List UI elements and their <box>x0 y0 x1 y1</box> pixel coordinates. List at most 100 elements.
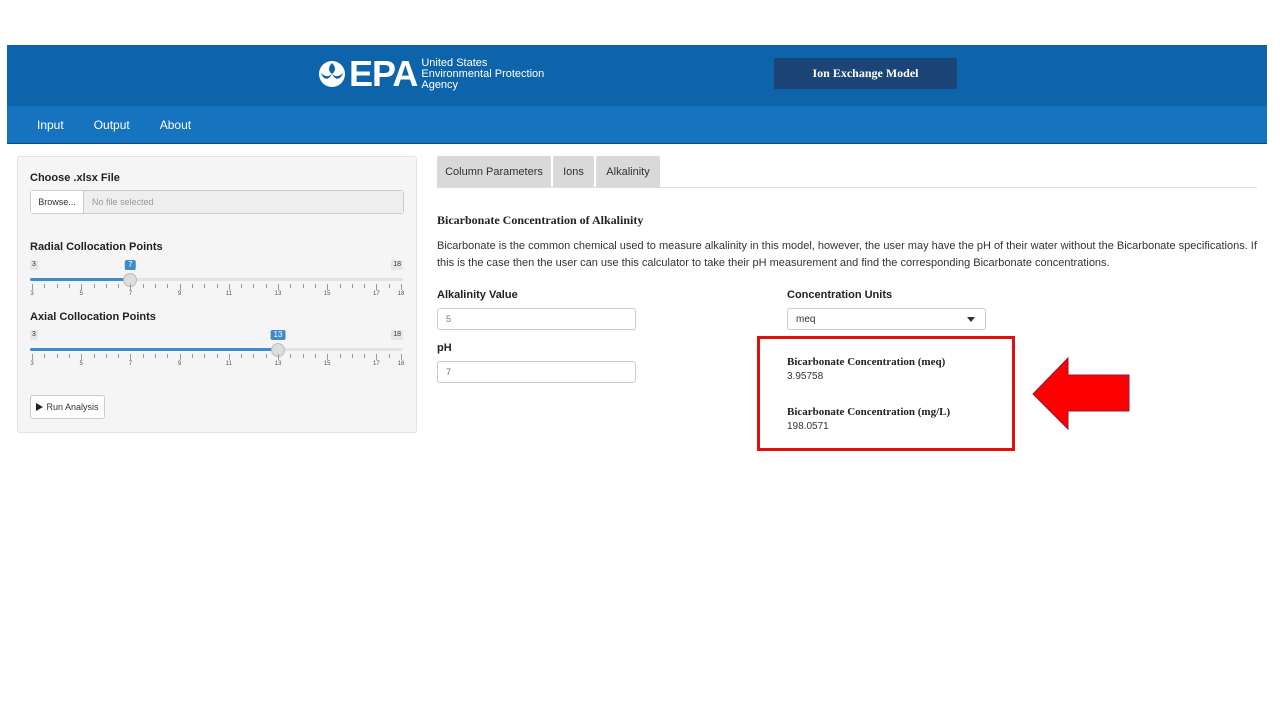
slider-tick-label: 18 <box>397 291 405 297</box>
slider-tick <box>216 354 218 358</box>
slider-tick <box>364 284 366 288</box>
slider-tick <box>290 354 292 358</box>
units-select[interactable]: meq <box>787 308 986 330</box>
slider-tick-label: 17 <box>373 291 380 297</box>
slider-tick <box>388 354 390 358</box>
slider-tick <box>351 354 353 358</box>
slider-tick <box>339 284 341 288</box>
slider-tick-label: 18 <box>397 361 405 367</box>
logo-agency-text: United States Environmental Protection A… <box>421 57 544 91</box>
slider-tick-label: 7 <box>128 291 133 297</box>
slider-tick <box>93 284 95 288</box>
tab-column-parameters[interactable]: Column Parameters <box>437 156 551 187</box>
slider-tick <box>204 354 206 358</box>
slider-ticks: 3 5 7 9 11 13 15 17 18 <box>30 354 405 370</box>
slider-tick <box>155 354 156 358</box>
slider-tick <box>302 284 304 288</box>
highlight-box <box>757 336 1015 451</box>
slider-tick <box>253 284 255 288</box>
ph-input[interactable]: 7 <box>437 361 636 383</box>
radial-slider[interactable]: 3 18 7 3 5 7 9 11 13 15 17 18 <box>30 260 405 300</box>
slider-tick <box>68 354 70 358</box>
slider-tick <box>265 354 267 358</box>
caret-down-icon <box>967 317 975 322</box>
slider-tick <box>105 354 107 358</box>
slider-tick <box>142 284 144 288</box>
run-analysis-label: Run Analysis <box>46 402 99 412</box>
alkalinity-label: Alkalinity Value <box>437 289 518 301</box>
header-bar: EPA United States Environmental Protecti… <box>7 45 1267 106</box>
axial-slider[interactable]: 3 18 13 3 5 7 9 11 13 15 17 18 <box>30 330 405 370</box>
slider-tick <box>253 354 255 358</box>
slider-tick <box>327 354 329 360</box>
slider-tick-label: 5 <box>79 291 83 297</box>
file-placeholder: No file selected <box>84 191 403 213</box>
slider-value-label: 7 <box>125 260 136 270</box>
file-input[interactable]: Browse... No file selected <box>30 190 404 214</box>
slider-tick <box>228 284 230 290</box>
slider-tick <box>216 284 218 288</box>
tab-alkalinity[interactable]: Alkalinity <box>596 156 660 187</box>
tab-ions[interactable]: Ions <box>553 156 594 187</box>
slider-tick <box>327 284 329 290</box>
alkalinity-input[interactable]: 5 <box>437 308 636 330</box>
epa-flower-icon <box>319 61 345 87</box>
slider-tick <box>401 284 402 290</box>
nav-about[interactable]: About <box>160 118 191 132</box>
sidebar-panel: Choose .xlsx File Browse... No file sele… <box>17 156 417 433</box>
slider-tick <box>167 284 169 288</box>
slider-tick <box>56 284 58 288</box>
pointer-arrow-icon <box>1032 357 1130 431</box>
slider-min-label: 3 <box>30 260 38 270</box>
slider-tick <box>32 354 33 360</box>
slider-tick <box>142 354 144 358</box>
slider-tick <box>179 284 181 290</box>
slider-tick-label: 13 <box>274 291 282 297</box>
slider-tick <box>155 284 156 288</box>
units-select-value: meq <box>796 313 816 325</box>
slider-tick <box>351 284 353 288</box>
slider-max-label: 18 <box>391 330 403 340</box>
slider-tick <box>191 284 193 288</box>
slider-tick <box>130 354 132 360</box>
slider-tick <box>105 284 107 288</box>
slider-tick-label: 3 <box>30 291 34 297</box>
tab-bar: Column Parameters Ions Alkalinity <box>437 156 1257 188</box>
run-analysis-button[interactable]: Run Analysis <box>30 395 105 419</box>
slider-tick <box>314 284 316 288</box>
slider-tick <box>32 284 33 290</box>
section-description: Bicarbonate is the common chemical used … <box>437 240 1257 269</box>
slider-tick <box>278 284 279 290</box>
axial-slider-label: Axial Collocation Points <box>30 311 156 323</box>
slider-tick <box>278 354 279 360</box>
slider-tick <box>44 284 46 288</box>
app-title-badge[interactable]: Ion Exchange Model <box>774 58 957 89</box>
file-input-label: Choose .xlsx File <box>30 172 120 184</box>
slider-tick <box>81 354 83 360</box>
epa-logo[interactable]: EPA United States Environmental Protecti… <box>317 56 544 92</box>
slider-tick <box>376 354 378 360</box>
result-meq-label: Bicarbonate Concentration (meq) <box>787 356 946 368</box>
radial-slider-label: Radial Collocation Points <box>30 241 163 253</box>
slider-tick <box>93 354 95 358</box>
slider-tick <box>56 354 58 358</box>
nav-output[interactable]: Output <box>94 118 130 132</box>
slider-tick <box>179 354 181 360</box>
logo-wordmark: EPA <box>349 53 418 94</box>
slider-fill <box>30 278 131 281</box>
result-meq-value: 3.95758 <box>787 371 824 382</box>
nav-input[interactable]: Input <box>37 118 64 132</box>
slider-tick-label: 7 <box>128 361 133 367</box>
result-mgl-value: 198.0571 <box>787 421 829 432</box>
slider-min-label: 3 <box>30 330 38 340</box>
slider-tick-label: 11 <box>225 291 232 297</box>
browse-button[interactable]: Browse... <box>31 191 84 213</box>
slider-tick-label: 15 <box>323 291 331 297</box>
slider-ticks: 3 5 7 9 11 13 15 17 18 <box>30 284 405 300</box>
logo-line: Agency <box>421 78 459 91</box>
slider-tick-label: 11 <box>225 361 232 367</box>
slider-tick <box>241 284 243 288</box>
navbar: Input Output About <box>7 106 1267 144</box>
app-frame: EPA United States Environmental Protecti… <box>7 45 1267 144</box>
play-icon <box>36 403 44 411</box>
